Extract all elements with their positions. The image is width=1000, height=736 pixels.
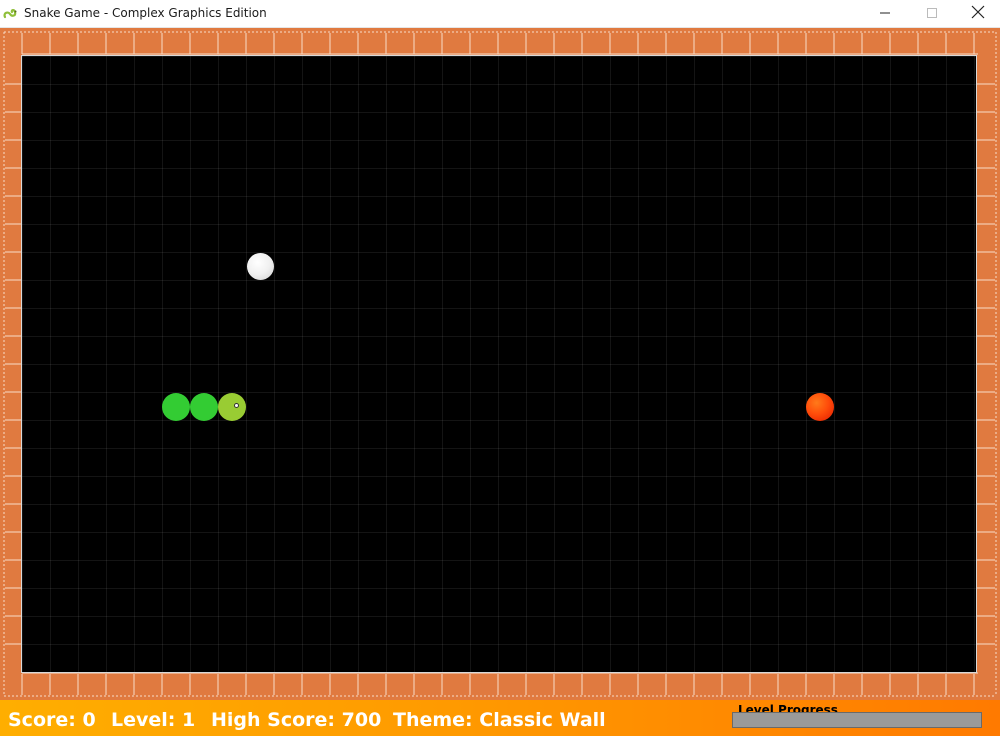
minimize-button[interactable] bbox=[862, 0, 908, 27]
snake-segment bbox=[162, 393, 190, 421]
level-progress-bar bbox=[732, 712, 982, 728]
window-titlebar: Snake Game - Complex Graphics Edition bbox=[0, 0, 1000, 28]
wall-top bbox=[0, 28, 1000, 56]
close-icon bbox=[971, 4, 985, 23]
snake-eye bbox=[234, 403, 239, 408]
high-score-label: High Score: 700 bbox=[211, 709, 382, 731]
score-label: Score: 0 bbox=[8, 709, 96, 731]
game-area bbox=[0, 28, 1000, 700]
wall-right bbox=[976, 56, 1000, 672]
maximize-button[interactable] bbox=[909, 0, 955, 27]
game-board[interactable] bbox=[22, 56, 976, 672]
snake-icon bbox=[2, 4, 20, 22]
wall-bottom bbox=[0, 672, 1000, 700]
window-title: Snake Game - Complex Graphics Edition bbox=[24, 6, 267, 20]
level-label: Level: 1 bbox=[111, 709, 196, 731]
theme-label: Theme: Classic Wall bbox=[393, 709, 606, 731]
wall-left bbox=[0, 56, 22, 672]
snake-head bbox=[218, 393, 246, 421]
minimize-icon bbox=[879, 4, 891, 23]
close-button[interactable] bbox=[955, 0, 1000, 27]
food-apple bbox=[806, 393, 834, 421]
bonus-food bbox=[247, 253, 274, 280]
maximize-icon bbox=[926, 4, 938, 23]
snake-segment bbox=[190, 393, 218, 421]
